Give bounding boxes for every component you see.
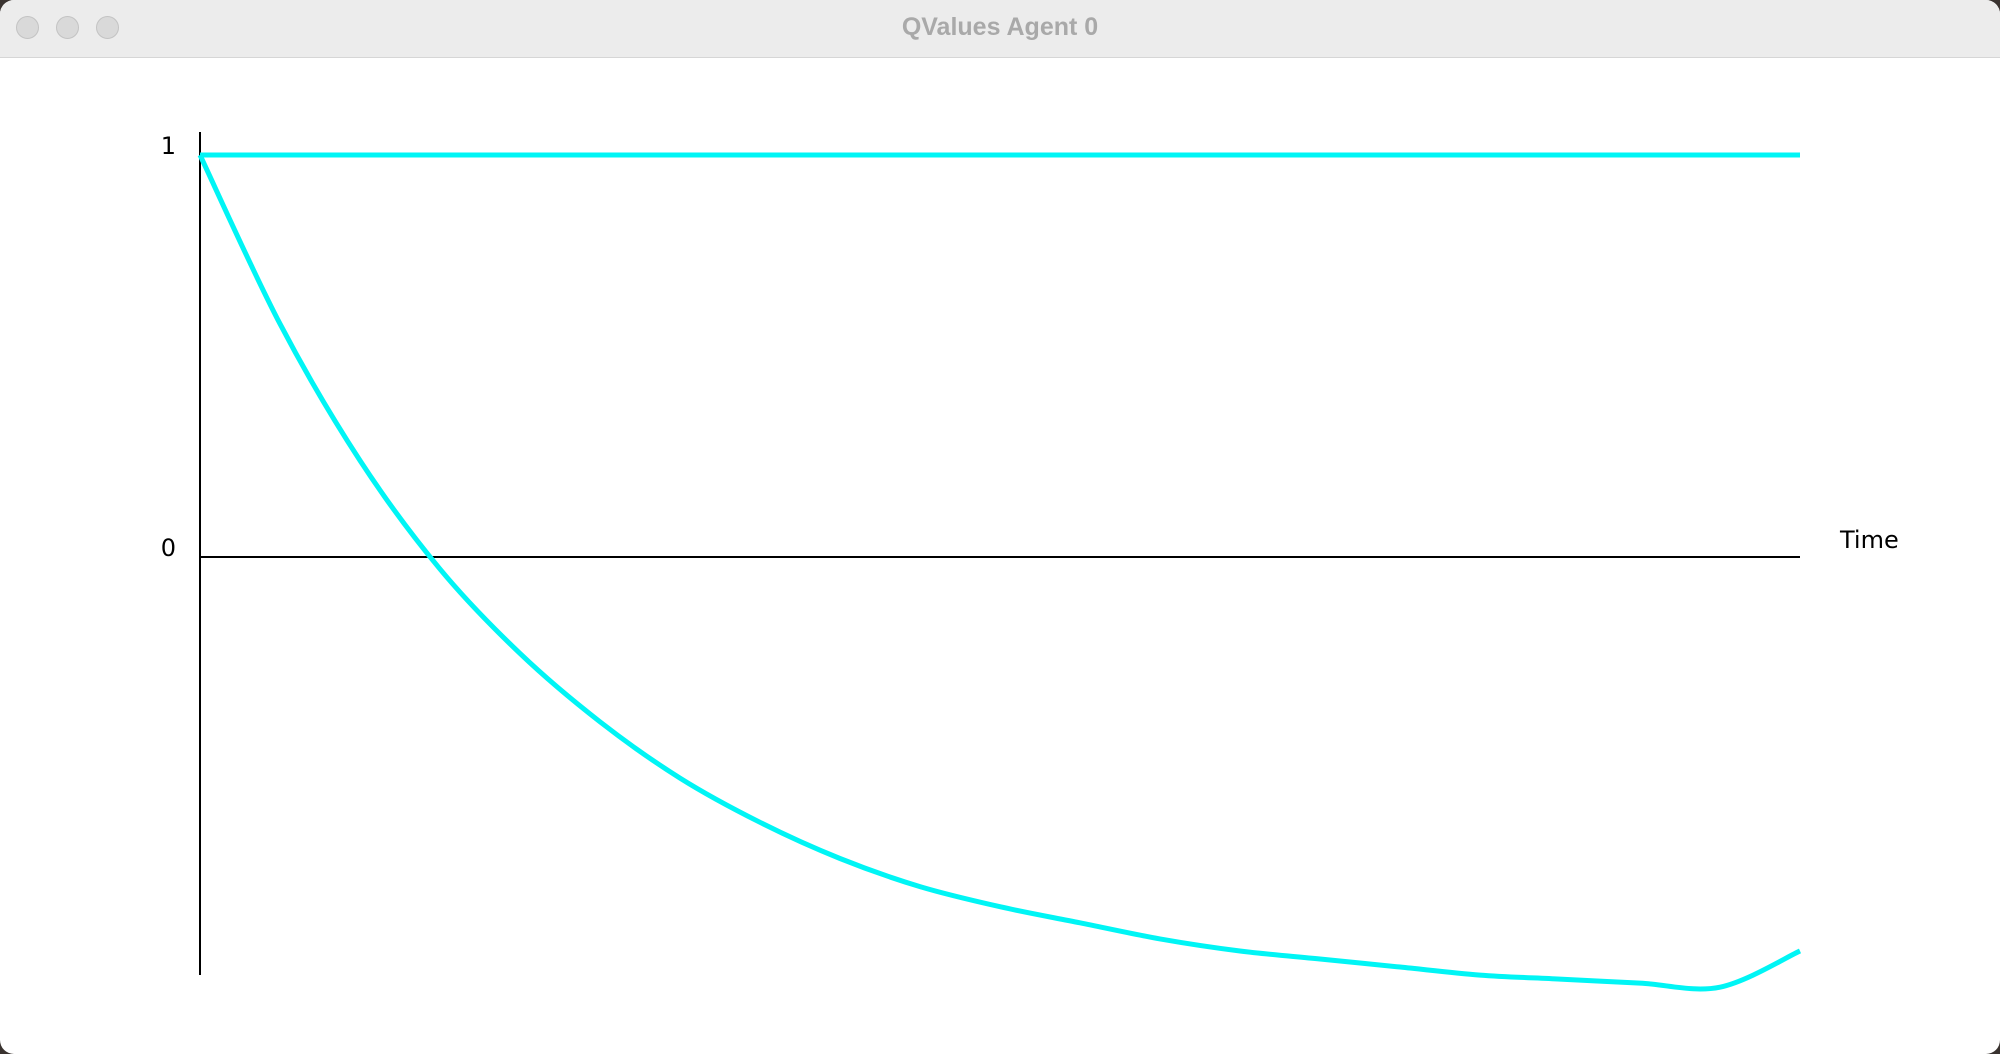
series-layer xyxy=(197,152,1802,992)
y-tick-label: 0 xyxy=(161,534,176,562)
y-tick-labels: 10 xyxy=(161,132,176,562)
y-tick-label: 1 xyxy=(161,132,176,160)
x-axis-label: Time xyxy=(1839,526,1899,554)
series-line-decay xyxy=(197,153,1802,992)
line-chart: 10 Time xyxy=(161,132,1899,992)
app-window: QValues Agent 0 10 Time xyxy=(0,0,2000,1054)
